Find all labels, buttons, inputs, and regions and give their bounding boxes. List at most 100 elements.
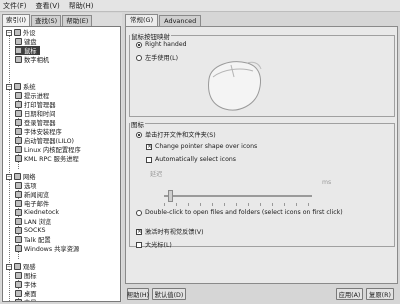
tree-item-system-7[interactable]: Linux 内核配置程序 (15, 145, 81, 154)
kernel-icon (15, 146, 22, 153)
tree-item-look-2[interactable]: 字体 (15, 280, 37, 289)
help-button[interactable]: 帮助(H) (127, 288, 149, 300)
single-click-option[interactable]: 单击打开文件和文件夹(S) (136, 130, 216, 139)
delay-value: ms (322, 179, 332, 186)
large-cursor-option[interactable]: 大光标(L) (136, 240, 172, 249)
icons-icon (15, 272, 22, 279)
tree-item-network-6[interactable]: SOCKS (15, 226, 45, 235)
settings-tree[interactable]: − 外设 键盘 鼠标 数字相机 − 系统 提示进程 打印管理器 日期和时间 登录管理… (2, 26, 121, 302)
checkbox-icon[interactable] (146, 156, 152, 163)
collapse-icon[interactable]: − (6, 173, 12, 180)
change-pointer-option[interactable]: × Change pointer shape over icons (146, 143, 257, 150)
radio-icon[interactable] (136, 209, 142, 216)
double-click-option[interactable]: Double-click to open files and folders (… (136, 209, 343, 216)
apply-button[interactable]: 应用(A) (336, 288, 363, 300)
talk-icon (15, 236, 22, 243)
email-icon (15, 200, 22, 207)
delay-slider-track[interactable] (164, 195, 312, 197)
tree-item-network-1[interactable]: 选项 (15, 181, 37, 190)
auto-select-option[interactable]: Automatically select icons (146, 156, 236, 163)
collapse-icon[interactable]: − (6, 263, 12, 270)
news-icon (15, 191, 22, 198)
folder-icon (14, 83, 21, 90)
tree-item-look-1[interactable]: 图标 (15, 271, 37, 280)
radio-icon[interactable] (136, 54, 142, 61)
tree-item-system-6[interactable]: 启动管理器(LILO) (15, 136, 74, 145)
checkbox-checked-icon[interactable]: × (146, 143, 152, 150)
options-icon (15, 182, 22, 189)
service-icon (15, 155, 22, 162)
reset-button[interactable]: 复原(R) (366, 288, 394, 300)
font-icon (15, 128, 22, 135)
mouse-illustration-icon (208, 61, 262, 111)
tab-search[interactable]: 查找(S) (31, 15, 62, 26)
checkbox-checked-icon[interactable]: × (136, 228, 142, 235)
tree-item-keyboard[interactable]: 键盘 (15, 37, 37, 46)
tree-category-network[interactable]: − 网络 (6, 172, 36, 181)
visual-feedback-option[interactable]: × 激活时有视觉反馈(V) (136, 227, 204, 236)
mouse-icon (15, 47, 22, 54)
tab-index[interactable]: 索引(I) (2, 14, 30, 26)
collapse-icon[interactable]: − (6, 29, 12, 36)
tree-item-network-7[interactable]: Talk 配置 (15, 235, 51, 244)
lan-icon (15, 218, 22, 225)
socks-icon (15, 227, 22, 234)
boot-icon (15, 137, 22, 144)
general-panel: 鼠标按钮映射 Right handed 左手使用(L) 图标 单击打开文件和文件… (125, 26, 398, 284)
tab-help[interactable]: 帮助(E) (62, 15, 93, 26)
printer-icon (15, 101, 22, 108)
right-handed-option[interactable]: Right handed (136, 41, 187, 48)
tree-item-network-8[interactable]: Windows 共享资源 (15, 244, 79, 253)
settings-pane: 常规(G) Advanced 鼠标按钮映射 Right handed 左手使用(… (124, 13, 399, 303)
process-icon (15, 92, 22, 99)
tree-item-digital-camera[interactable]: 数字相机 (15, 55, 49, 64)
network-icon (14, 173, 21, 180)
tree-item-mouse[interactable]: 鼠标 (15, 46, 40, 55)
tree-item-network-2[interactable]: 新闻阅览 (15, 190, 49, 199)
tree-item-system-4[interactable]: 登录管理器 (15, 118, 55, 127)
tree-item-network-4[interactable]: Kiednetock (15, 208, 59, 217)
tab-advanced[interactable]: Advanced (159, 15, 202, 26)
share-icon (15, 245, 22, 252)
tree-item-system-3[interactable]: 日期和时间 (15, 109, 55, 118)
tree-category-system[interactable]: − 系统 (6, 82, 36, 91)
tree-item-look-4[interactable]: 背景 (15, 298, 37, 301)
delay-slider-ticks (164, 203, 312, 206)
navigation-pane: 索引(I) 查找(S) 帮助(E) − 外设 键盘 鼠标 数字相机 − 系统 提示进… (1, 13, 122, 302)
menubar: 文件(F) 查看(V) 帮助(H) (0, 0, 400, 12)
tree-item-network-5[interactable]: LAN 浏览 (15, 217, 51, 226)
menu-file[interactable]: 文件(F) (3, 1, 27, 11)
appearance-icon (14, 263, 21, 270)
radio-selected-icon[interactable] (136, 41, 142, 48)
delay-label: 延迟 (150, 171, 163, 178)
tree-item-network-3[interactable]: 电子邮件 (15, 199, 49, 208)
tree-item-system-1[interactable]: 提示进程 (15, 91, 49, 100)
left-handed-option[interactable]: 左手使用(L) (136, 53, 178, 62)
login-icon (15, 119, 22, 126)
tree-item-system-5[interactable]: 字体安装程序 (15, 127, 62, 136)
tab-general[interactable]: 常规(G) (125, 14, 159, 26)
radio-selected-icon[interactable] (136, 131, 142, 138)
icons-group-title: 图标 (130, 119, 145, 129)
settings-tabs: 常规(G) Advanced (124, 13, 399, 26)
tree-category-peripherals[interactable]: − 外设 (6, 28, 36, 37)
checkbox-icon[interactable] (136, 241, 142, 248)
font-icon (15, 281, 22, 288)
delay-slider-handle[interactable] (168, 190, 173, 202)
menu-view[interactable]: 查看(V) (36, 1, 60, 11)
tree-category-look-and-feel[interactable]: − 观感 (6, 262, 36, 271)
camera-icon (15, 56, 22, 63)
keyboard-icon (15, 38, 22, 45)
tree-item-system-8[interactable]: KML RPC 服务进程 (15, 154, 79, 163)
background-icon (15, 299, 22, 301)
navigation-tabs: 索引(I) 查找(S) 帮助(E) (1, 13, 122, 26)
desktop-icon (15, 290, 22, 297)
clock-icon (15, 110, 22, 117)
folder-icon (14, 29, 21, 36)
menu-help[interactable]: 帮助(H) (69, 1, 94, 11)
collapse-icon[interactable]: − (6, 83, 12, 90)
defaults-button[interactable]: 默认值(D) (152, 288, 186, 300)
button-mapping-title: 鼠标按钮映射 (130, 31, 171, 41)
tree-item-system-2[interactable]: 打印管理器 (15, 100, 55, 109)
tree-item-look-3[interactable]: 桌面 (15, 289, 37, 298)
